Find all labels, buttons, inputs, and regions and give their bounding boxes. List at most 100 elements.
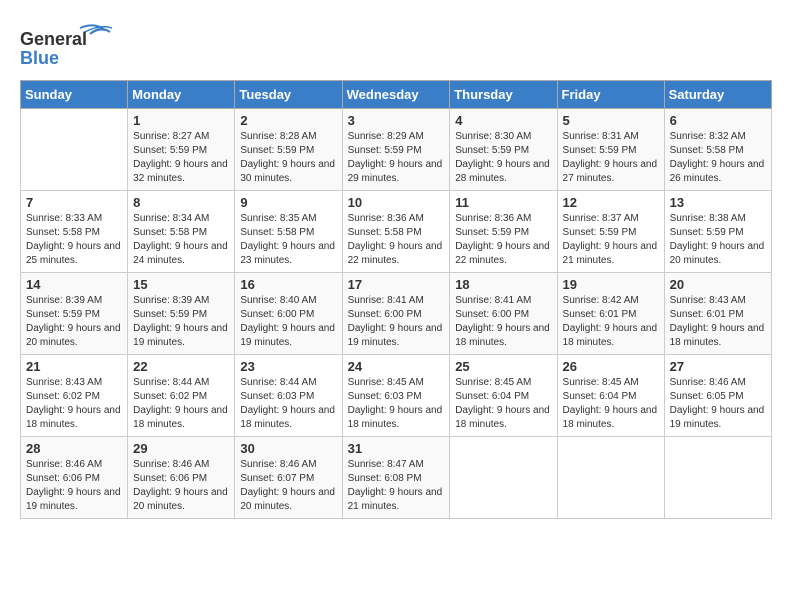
calendar-cell — [664, 437, 771, 519]
calendar-cell: 18 Sunrise: 8:41 AMSunset: 6:00 PMDayligh… — [450, 273, 557, 355]
day-number: 12 — [563, 195, 659, 210]
calendar-week-2: 7Sunrise: 8:33 AMSunset: 5:58 PMDaylight… — [21, 191, 772, 273]
day-number: 16 — [240, 277, 336, 292]
day-info: Sunrise: 8:43 AMSunset: 6:02 PMDaylight:… — [26, 376, 122, 432]
calendar-cell: 25 Sunrise: 8:45 AMSunset: 6:04 PMDayligh… — [450, 355, 557, 437]
page-header: General Blue — [20, 20, 772, 70]
day-number: 19 — [563, 277, 659, 292]
calendar-cell: 17Sunrise: 8:41 AMSunset: 6:00 PMDayligh… — [342, 273, 450, 355]
calendar-cell: 14 Sunrise: 8:39 AMSunset: 5:59 PMDayligh… — [21, 273, 128, 355]
day-number: 11 — [455, 195, 551, 210]
calendar-cell: 24 Sunrise: 8:45 AMSunset: 6:03 PMDayligh… — [342, 355, 450, 437]
calendar-cell: 11 Sunrise: 8:36 AMSunset: 5:59 PMDayligh… — [450, 191, 557, 273]
weekday-header-monday: Monday — [128, 81, 235, 109]
day-number: 24 — [348, 359, 445, 374]
day-number: 13 — [670, 195, 766, 210]
day-info: Sunrise: 8:45 AMSunset: 6:03 PMDaylight:… — [348, 376, 445, 432]
calendar-cell: 5Sunrise: 8:31 AMSunset: 5:59 PMDaylight… — [557, 109, 664, 191]
calendar-cell: 12 Sunrise: 8:37 AMSunset: 5:59 PMDayligh… — [557, 191, 664, 273]
day-info: Sunrise: 8:44 AMSunset: 6:03 PMDaylight:… — [240, 376, 336, 432]
calendar-cell: 27 Sunrise: 8:46 AMSunset: 6:05 PMDayligh… — [664, 355, 771, 437]
calendar-cell: 7Sunrise: 8:33 AMSunset: 5:58 PMDaylight… — [21, 191, 128, 273]
calendar-cell: 8 Sunrise: 8:34 AMSunset: 5:58 PMDaylight… — [128, 191, 235, 273]
calendar-table: SundayMondayTuesdayWednesdayThursdayFrid… — [20, 80, 772, 519]
calendar-week-1: 1 Sunrise: 8:27 AMSunset: 5:59 PMDaylight… — [21, 109, 772, 191]
day-info: Sunrise: 8:36 AMSunset: 5:59 PMDaylight:… — [455, 212, 551, 268]
day-number: 4 — [455, 113, 551, 128]
calendar-cell: 15 Sunrise: 8:39 AMSunset: 5:59 PMDayligh… — [128, 273, 235, 355]
day-info: Sunrise: 8:36 AMSunset: 5:58 PMDaylight:… — [348, 212, 445, 268]
day-info: Sunrise: 8:42 AMSunset: 6:01 PMDaylight:… — [563, 294, 659, 350]
calendar-cell: 2Sunrise: 8:28 AMSunset: 5:59 PMDaylight… — [235, 109, 342, 191]
day-number: 18 — [455, 277, 551, 292]
day-number: 6 — [670, 113, 766, 128]
calendar-cell: 21Sunrise: 8:43 AMSunset: 6:02 PMDayligh… — [21, 355, 128, 437]
calendar-cell: 29Sunrise: 8:46 AMSunset: 6:06 PMDayligh… — [128, 437, 235, 519]
day-number: 15 — [133, 277, 229, 292]
calendar-cell: 19 Sunrise: 8:42 AMSunset: 6:01 PMDayligh… — [557, 273, 664, 355]
day-number: 27 — [670, 359, 766, 374]
day-number: 29 — [133, 441, 229, 456]
logo-svg: General Blue — [20, 20, 130, 70]
calendar-cell: 31Sunrise: 8:47 AMSunset: 6:08 PMDayligh… — [342, 437, 450, 519]
day-info: Sunrise: 8:45 AMSunset: 6:04 PMDaylight:… — [563, 376, 659, 432]
day-info: Sunrise: 8:32 AMSunset: 5:58 PMDaylight:… — [670, 130, 766, 186]
calendar-week-4: 21Sunrise: 8:43 AMSunset: 6:02 PMDayligh… — [21, 355, 772, 437]
day-info: Sunrise: 8:40 AMSunset: 6:00 PMDaylight:… — [240, 294, 336, 350]
calendar-cell: 20 Sunrise: 8:43 AMSunset: 6:01 PMDayligh… — [664, 273, 771, 355]
day-info: Sunrise: 8:38 AMSunset: 5:59 PMDaylight:… — [670, 212, 766, 268]
weekday-header-sunday: Sunday — [21, 81, 128, 109]
day-number: 17 — [348, 277, 445, 292]
weekday-header-tuesday: Tuesday — [235, 81, 342, 109]
calendar-body: 1 Sunrise: 8:27 AMSunset: 5:59 PMDaylight… — [21, 109, 772, 519]
day-number: 22 — [133, 359, 229, 374]
day-info: Sunrise: 8:39 AMSunset: 5:59 PMDaylight:… — [133, 294, 229, 350]
calendar-cell: 30 Sunrise: 8:46 AMSunset: 6:07 PMDayligh… — [235, 437, 342, 519]
calendar-week-5: 28 Sunrise: 8:46 AMSunset: 6:06 PMDayligh… — [21, 437, 772, 519]
day-number: 20 — [670, 277, 766, 292]
calendar-cell: 1 Sunrise: 8:27 AMSunset: 5:59 PMDaylight… — [128, 109, 235, 191]
day-number: 1 — [133, 113, 229, 128]
day-info: Sunrise: 8:46 AMSunset: 6:07 PMDaylight:… — [240, 458, 336, 514]
calendar-week-3: 14 Sunrise: 8:39 AMSunset: 5:59 PMDayligh… — [21, 273, 772, 355]
day-number: 3 — [348, 113, 445, 128]
day-info: Sunrise: 8:45 AMSunset: 6:04 PMDaylight:… — [455, 376, 551, 432]
day-info: Sunrise: 8:37 AMSunset: 5:59 PMDaylight:… — [563, 212, 659, 268]
day-info: Sunrise: 8:34 AMSunset: 5:58 PMDaylight:… — [133, 212, 229, 268]
calendar-cell: 16 Sunrise: 8:40 AMSunset: 6:00 PMDayligh… — [235, 273, 342, 355]
day-number: 25 — [455, 359, 551, 374]
day-info: Sunrise: 8:33 AMSunset: 5:58 PMDaylight:… — [26, 212, 122, 268]
svg-text:General: General — [20, 29, 87, 49]
day-number: 28 — [26, 441, 122, 456]
day-info: Sunrise: 8:46 AMSunset: 6:05 PMDaylight:… — [670, 376, 766, 432]
day-info: Sunrise: 8:28 AMSunset: 5:59 PMDaylight:… — [240, 130, 336, 186]
day-info: Sunrise: 8:35 AMSunset: 5:58 PMDaylight:… — [240, 212, 336, 268]
calendar-cell: 13 Sunrise: 8:38 AMSunset: 5:59 PMDayligh… — [664, 191, 771, 273]
day-info: Sunrise: 8:44 AMSunset: 6:02 PMDaylight:… — [133, 376, 229, 432]
weekday-header-wednesday: Wednesday — [342, 81, 450, 109]
day-info: Sunrise: 8:31 AMSunset: 5:59 PMDaylight:… — [563, 130, 659, 186]
calendar-cell: 4Sunrise: 8:30 AMSunset: 5:59 PMDaylight… — [450, 109, 557, 191]
day-info: Sunrise: 8:29 AMSunset: 5:59 PMDaylight:… — [348, 130, 445, 186]
logo: General Blue — [20, 20, 130, 70]
day-info: Sunrise: 8:43 AMSunset: 6:01 PMDaylight:… — [670, 294, 766, 350]
weekday-header-row: SundayMondayTuesdayWednesdayThursdayFrid… — [21, 81, 772, 109]
calendar-cell: 10Sunrise: 8:36 AMSunset: 5:58 PMDayligh… — [342, 191, 450, 273]
day-info: Sunrise: 8:27 AMSunset: 5:59 PMDaylight:… — [133, 130, 229, 186]
day-info: Sunrise: 8:39 AMSunset: 5:59 PMDaylight:… — [26, 294, 122, 350]
calendar-cell — [450, 437, 557, 519]
day-info: Sunrise: 8:47 AMSunset: 6:08 PMDaylight:… — [348, 458, 445, 514]
weekday-header-friday: Friday — [557, 81, 664, 109]
day-number: 26 — [563, 359, 659, 374]
calendar-cell: 23Sunrise: 8:44 AMSunset: 6:03 PMDayligh… — [235, 355, 342, 437]
day-info: Sunrise: 8:41 AMSunset: 6:00 PMDaylight:… — [455, 294, 551, 350]
day-number: 30 — [240, 441, 336, 456]
calendar-cell: 28 Sunrise: 8:46 AMSunset: 6:06 PMDayligh… — [21, 437, 128, 519]
calendar-cell: 9Sunrise: 8:35 AMSunset: 5:58 PMDaylight… — [235, 191, 342, 273]
day-info: Sunrise: 8:46 AMSunset: 6:06 PMDaylight:… — [26, 458, 122, 514]
day-number: 14 — [26, 277, 122, 292]
weekday-header-thursday: Thursday — [450, 81, 557, 109]
calendar-cell: 26 Sunrise: 8:45 AMSunset: 6:04 PMDayligh… — [557, 355, 664, 437]
calendar-cell: 22 Sunrise: 8:44 AMSunset: 6:02 PMDayligh… — [128, 355, 235, 437]
day-number: 8 — [133, 195, 229, 210]
